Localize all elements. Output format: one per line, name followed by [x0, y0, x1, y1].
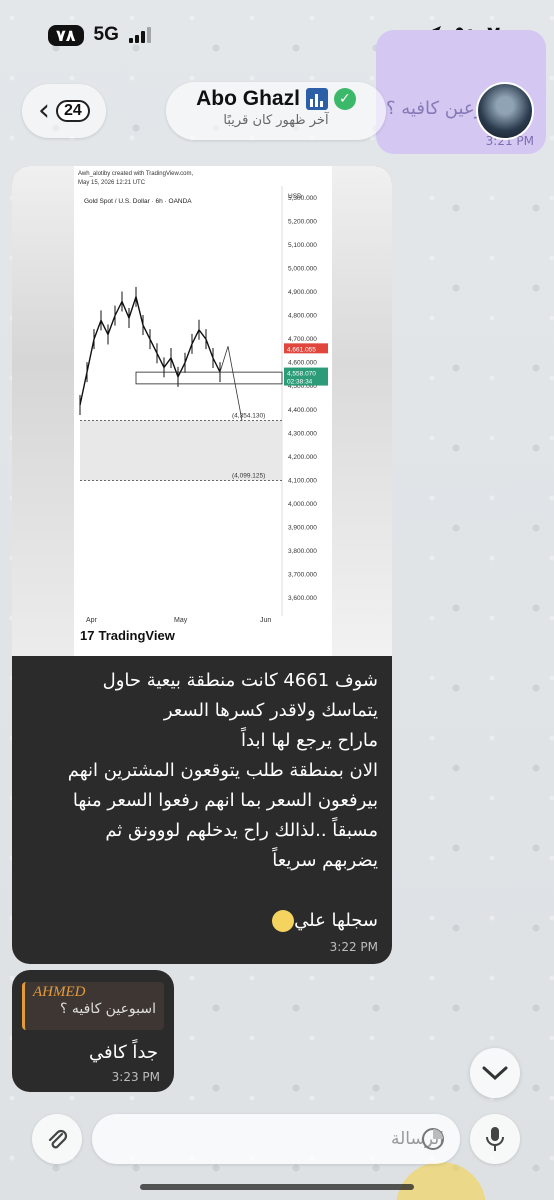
battery-indicator: ٧٨: [48, 24, 84, 46]
y-tick-label: 4,600.000: [288, 360, 317, 367]
x-tick-label: Apr: [86, 617, 98, 624]
quote-author: AHMED: [33, 984, 86, 1000]
annotation-label: (4,099.125): [232, 473, 265, 480]
tradingview-brand: TradingView: [98, 628, 175, 643]
y-tick-label: 5,100.000: [288, 242, 317, 249]
attach-button[interactable]: [32, 1114, 82, 1164]
message-time: 3:22 PM: [329, 940, 378, 954]
avatar[interactable]: [476, 82, 534, 140]
screenshot-author: Awh_alotiby created with TradingView.com…: [78, 171, 194, 177]
chat-title-pill[interactable]: Abo Ghazl ✓ آخر ظهور كان قريبًا: [166, 82, 386, 140]
image-blur-right: [332, 166, 392, 656]
outgoing-message-text: بوعين كافيه ؟: [386, 98, 489, 119]
bar-chart-icon: [305, 88, 328, 110]
range-box: [135, 371, 283, 385]
microphone-button[interactable]: [470, 1114, 520, 1164]
chat-title-row: Abo Ghazl ✓: [166, 87, 386, 111]
incoming-image-message[interactable]: Awh_alotiby created with TradingView.com…: [12, 166, 392, 964]
tradingview-mark-icon: 17: [80, 628, 95, 643]
y-tick-label: 5,300.000: [288, 195, 317, 202]
status-left: ٧٨ 5G: [48, 24, 151, 46]
countdown-label: 02:38:34: [287, 379, 313, 386]
sell-price-label: 4,661.055: [287, 346, 316, 353]
chevron-left-icon: ‹: [38, 93, 50, 128]
network-type: 5G: [93, 24, 119, 45]
signal-icon: [128, 27, 151, 43]
message-input[interactable]: [92, 1114, 460, 1164]
last-seen-status: آخر ظهور كان قريبًا: [223, 113, 329, 128]
chat-title: Abo Ghazl: [196, 87, 300, 110]
quoted-message[interactable]: AHMED اسبوعين كافيه ؟: [22, 982, 164, 1030]
quote-text: اسبوعين كافيه ؟: [60, 1001, 156, 1017]
unread-count-badge: 24: [56, 100, 90, 122]
image-attachment[interactable]: Awh_alotiby created with TradingView.com…: [12, 166, 392, 656]
y-tick-label: 5,000.000: [288, 266, 317, 273]
tradingview-screenshot: Awh_alotiby created with TradingView.com…: [74, 166, 332, 656]
y-tick-label: 4,400.000: [288, 407, 317, 414]
message-text: شوف 4661 كانت منطقة بيعية حاول يتماسك ول…: [22, 666, 378, 936]
y-tick-label: 4,900.000: [288, 289, 317, 296]
y-tick-label: 4,000.000: [288, 501, 317, 508]
y-tick-label: 3,700.000: [288, 571, 317, 578]
x-tick-label: Jun: [260, 617, 271, 624]
tradingview-logo: 17 TradingView: [80, 628, 175, 643]
y-tick-label: 5,200.000: [288, 219, 317, 226]
annotation-label: (4,354.130): [232, 413, 265, 420]
home-indicator: [140, 1184, 414, 1190]
reply-text: جداً كافي: [89, 1042, 158, 1063]
last-price-label: 4,558.070: [287, 371, 316, 378]
y-tick-label: 3,800.000: [288, 548, 317, 555]
image-blur-left: [12, 166, 74, 656]
reply-time: 3:23 PM: [111, 1070, 160, 1084]
y-tick-label: 4,700.000: [288, 336, 317, 343]
paperclip-icon: [48, 1129, 68, 1149]
verified-check-icon: ✓: [333, 88, 356, 110]
y-tick-label: 3,900.000: [288, 524, 317, 531]
smiling-face-icon: [272, 910, 295, 932]
y-tick-label: 4,300.000: [288, 430, 317, 437]
message-body: شوف 4661 كانت منطقة بيعية حاول يتماسك ول…: [67, 670, 378, 871]
x-tick-label: May: [174, 617, 188, 624]
price-chart: USD5,300.0005,200.0005,100.0005,000.0004…: [79, 186, 328, 624]
sticker-icon[interactable]: [420, 1126, 446, 1152]
y-tick-label: 4,800.000: [288, 313, 317, 320]
message-tail: سجلها علي: [294, 910, 378, 931]
projection-path: [219, 346, 243, 421]
y-tick-label: 4,200.000: [288, 454, 317, 461]
microphone-icon: [486, 1127, 504, 1151]
chevron-down-icon: [482, 1066, 508, 1081]
y-tick-label: 3,600.000: [288, 595, 317, 602]
scroll-to-bottom-button[interactable]: [470, 1048, 520, 1098]
demand-zone: [80, 420, 282, 481]
y-tick-label: 4,100.000: [288, 477, 317, 484]
back-button[interactable]: ‹ 24: [22, 84, 106, 138]
incoming-reply-message[interactable]: AHMED اسبوعين كافيه ؟ جداً كافي 3:23 PM: [12, 970, 174, 1092]
